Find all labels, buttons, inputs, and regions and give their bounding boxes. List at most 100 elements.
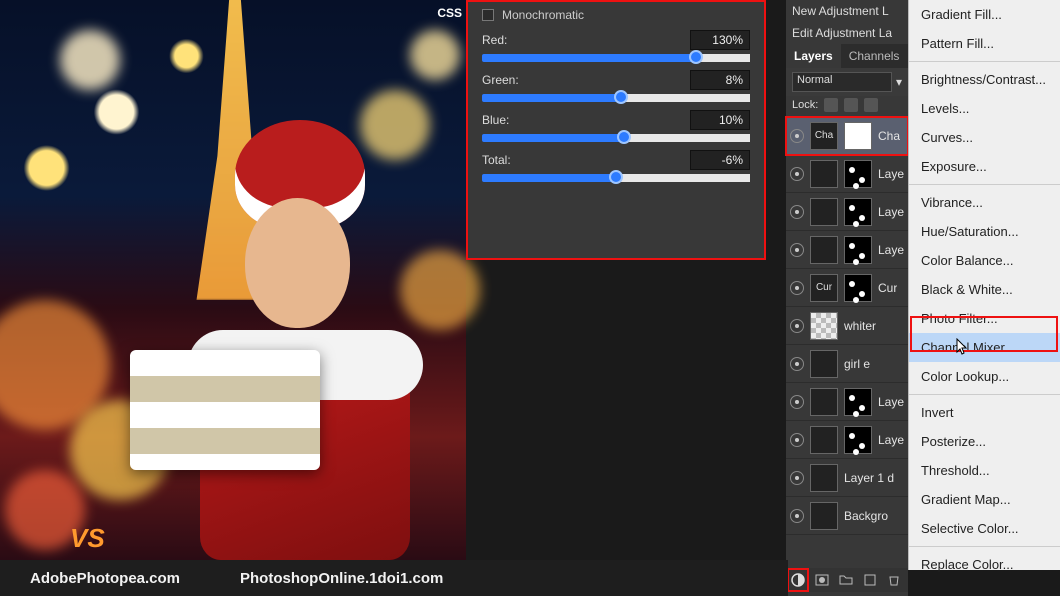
menu-item[interactable]: Exposure...	[909, 152, 1060, 181]
layer-name[interactable]: girl e	[844, 357, 870, 371]
new-adjustment-layer-icon[interactable]	[790, 571, 806, 589]
layer-name[interactable]: Layer 2 e	[878, 167, 904, 181]
layer-thumbnail[interactable]	[810, 198, 838, 226]
visibility-eye-icon[interactable]	[790, 167, 804, 181]
visibility-eye-icon[interactable]	[790, 395, 804, 409]
layer-row[interactable]: Layer 2 e	[786, 155, 908, 193]
layer-thumbnail[interactable]	[810, 160, 838, 188]
layer-mask-thumbnail[interactable]	[844, 388, 872, 416]
layer-row[interactable]: Layer 1	[786, 231, 908, 269]
lock-all-icon[interactable]	[864, 98, 878, 112]
layer-name[interactable]: Layer 2 e	[878, 395, 904, 409]
layer-name[interactable]: Layer 1 d	[844, 471, 894, 485]
layer-row[interactable]: Backgro	[786, 497, 908, 535]
layer-name[interactable]: Backgro	[844, 509, 888, 523]
menu-separator	[909, 394, 1060, 395]
layer-mask-icon[interactable]	[814, 571, 830, 589]
new-adjustment-header[interactable]: New Adjustment L	[786, 0, 908, 22]
opacity-icon[interactable]: ▾	[896, 75, 902, 89]
footer-link-left[interactable]: AdobePhotopea.com	[0, 570, 210, 587]
new-layer-icon[interactable]	[862, 571, 878, 589]
layer-row[interactable]: girl e	[786, 345, 908, 383]
layer-row[interactable]: Cha Cha	[786, 117, 908, 155]
visibility-eye-icon[interactable]	[790, 205, 804, 219]
blue-value[interactable]: 10%	[690, 110, 750, 130]
menu-item[interactable]: Pattern Fill...	[909, 29, 1060, 58]
layer-name[interactable]: Cur	[878, 281, 897, 295]
layer-thumbnail[interactable]	[810, 426, 838, 454]
red-value[interactable]: 130%	[690, 30, 750, 50]
menu-item[interactable]: Hue/Saturation...	[909, 217, 1060, 246]
blend-mode-select[interactable]: Normal	[792, 72, 892, 92]
subject-person	[140, 120, 420, 560]
visibility-eye-icon[interactable]	[790, 319, 804, 333]
layer-mask-thumbnail[interactable]	[844, 426, 872, 454]
adjustment-layer-menu[interactable]: Gradient Fill...Pattern Fill... Brightnes…	[908, 0, 1060, 570]
bokeh-blob	[60, 30, 120, 90]
document-canvas[interactable]: CSS VS	[0, 0, 466, 560]
layer-name[interactable]: Layer 2 e	[878, 433, 904, 447]
total-value[interactable]: -6%	[690, 150, 750, 170]
layer-name[interactable]: Layer 1	[878, 243, 904, 257]
layer-name[interactable]: Cha	[878, 129, 900, 143]
menu-item[interactable]: Gradient Fill...	[909, 0, 1060, 29]
menu-item[interactable]: Replace Color...	[909, 550, 1060, 579]
menu-item[interactable]: Vibrance...	[909, 188, 1060, 217]
layer-thumbnail[interactable]	[810, 388, 838, 416]
layer-name[interactable]: Layer 2 e	[878, 205, 904, 219]
blue-slider[interactable]	[482, 134, 750, 142]
visibility-eye-icon[interactable]	[790, 357, 804, 371]
menu-item[interactable]: Photo Filter...	[909, 304, 1060, 333]
layer-thumbnail[interactable]	[810, 464, 838, 492]
footer-link-right[interactable]: PhotoshopOnline.1doi1.com	[210, 570, 473, 587]
visibility-eye-icon[interactable]	[790, 509, 804, 523]
total-slider[interactable]	[482, 174, 750, 182]
menu-item[interactable]: Black & White...	[909, 275, 1060, 304]
layer-row[interactable]: Layer 2 e	[786, 193, 908, 231]
layer-row[interactable]: Cur Cur	[786, 269, 908, 307]
visibility-eye-icon[interactable]	[790, 129, 804, 143]
lock-pixels-icon[interactable]	[824, 98, 838, 112]
menu-item[interactable]: Selective Color...	[909, 514, 1060, 543]
layer-mask-thumbnail[interactable]	[844, 236, 872, 264]
visibility-eye-icon[interactable]	[790, 433, 804, 447]
monochromatic-checkbox[interactable]: Monochromatic	[482, 8, 750, 22]
layer-mask-thumbnail[interactable]	[844, 122, 872, 150]
tab-channels[interactable]: Channels	[841, 44, 908, 68]
layer-thumbnail[interactable]: Cur	[810, 274, 838, 302]
menu-item[interactable]: Levels...	[909, 94, 1060, 123]
menu-item[interactable]: Color Balance...	[909, 246, 1060, 275]
menu-item[interactable]: Curves...	[909, 123, 1060, 152]
menu-item[interactable]: Gradient Map...	[909, 485, 1060, 514]
red-slider[interactable]	[482, 54, 750, 62]
layer-row[interactable]: Layer 1 d	[786, 459, 908, 497]
tab-layers[interactable]: Layers	[786, 44, 841, 68]
edit-adjustment-header[interactable]: Edit Adjustment La	[786, 22, 908, 44]
visibility-eye-icon[interactable]	[790, 243, 804, 257]
green-slider[interactable]	[482, 94, 750, 102]
layer-row[interactable]: Layer 2 e	[786, 383, 908, 421]
menu-item[interactable]: Threshold...	[909, 456, 1060, 485]
layer-thumbnail[interactable]	[810, 312, 838, 340]
lock-position-icon[interactable]	[844, 98, 858, 112]
layer-mask-thumbnail[interactable]	[844, 198, 872, 226]
layer-thumbnail[interactable]	[810, 236, 838, 264]
layer-mask-thumbnail[interactable]	[844, 274, 872, 302]
delete-layer-icon[interactable]	[886, 571, 902, 589]
layer-name[interactable]: whiter	[844, 319, 876, 333]
layer-row[interactable]: Layer 2 e	[786, 421, 908, 459]
layer-mask-thumbnail[interactable]	[844, 160, 872, 188]
menu-item[interactable]: Brightness/Contrast...	[909, 65, 1060, 94]
visibility-eye-icon[interactable]	[790, 471, 804, 485]
menu-item[interactable]: Posterize...	[909, 427, 1060, 456]
new-group-icon[interactable]	[838, 571, 854, 589]
menu-item[interactable]: Invert	[909, 398, 1060, 427]
layer-thumbnail[interactable]: Cha	[810, 122, 838, 150]
menu-item[interactable]: Color Lookup...	[909, 362, 1060, 391]
layer-row[interactable]: whiter	[786, 307, 908, 345]
visibility-eye-icon[interactable]	[790, 281, 804, 295]
layer-thumbnail[interactable]	[810, 502, 838, 530]
layer-thumbnail[interactable]	[810, 350, 838, 378]
green-value[interactable]: 8%	[690, 70, 750, 90]
menu-item[interactable]: Channel Mixer...	[909, 333, 1060, 362]
